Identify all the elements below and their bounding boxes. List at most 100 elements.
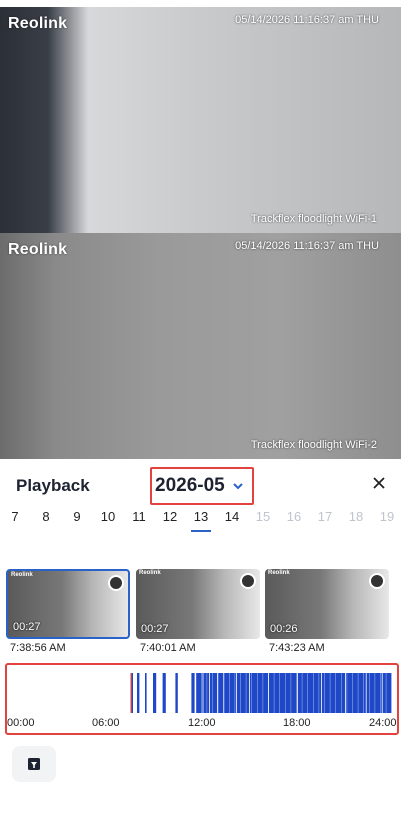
- timeline-gap: [245, 673, 247, 713]
- clip-item[interactable]: Reolink 00:26 7:43:23 AM: [265, 569, 389, 655]
- timeline[interactable]: 00:00 06:00 12:00 18:00 24:00: [5, 663, 399, 735]
- panel-title: Playback: [16, 476, 90, 495]
- day-14[interactable]: 14: [219, 509, 245, 524]
- timeline-gap: [285, 673, 286, 713]
- day-8[interactable]: 8: [33, 509, 59, 524]
- timeline-gap: [229, 673, 230, 713]
- camera-feed-2[interactable]: Reolink 05/14/2026 11:16:37 am THU Track…: [0, 233, 401, 459]
- clip-thumbnail[interactable]: Reolink 00:26: [265, 569, 389, 639]
- light-icon: [369, 573, 385, 589]
- timeline-event: [345, 673, 366, 713]
- close-icon: [373, 477, 385, 489]
- light-icon: [108, 575, 124, 591]
- timeline-gap: [279, 673, 280, 713]
- day-15: 15: [255, 509, 271, 524]
- timeline-gap: [201, 673, 202, 713]
- timeline-gap: [206, 673, 208, 713]
- camera-feed-1[interactable]: Reolink 05/14/2026 11:16:37 am THU Track…: [0, 7, 401, 233]
- timeline-gap: [307, 673, 308, 713]
- timeline-gap: [329, 673, 331, 713]
- filter-button[interactable]: [12, 746, 56, 782]
- clip-duration: 00:27: [13, 621, 41, 633]
- day-18: 18: [348, 509, 364, 524]
- filter-icon: [28, 758, 40, 770]
- timeline-gap: [341, 673, 342, 713]
- timeline-gap: [301, 673, 303, 713]
- day-10[interactable]: 10: [95, 509, 121, 524]
- clip-time: 7:43:23 AM: [269, 642, 325, 654]
- timeline-event: [209, 673, 218, 713]
- timeline-event: [382, 673, 392, 713]
- timeline-event: [191, 673, 195, 713]
- hour-label: 00:00: [7, 717, 35, 729]
- timeline-gap: [374, 673, 376, 713]
- timeline-gap: [385, 673, 387, 713]
- timeline-gap: [212, 673, 213, 713]
- timeline-gap: [273, 673, 275, 713]
- day-11[interactable]: 11: [126, 509, 152, 524]
- day-9[interactable]: 9: [64, 509, 90, 524]
- day-16: 16: [286, 509, 302, 524]
- timeline-gap: [296, 673, 297, 713]
- hour-label: 12:00: [188, 717, 216, 729]
- timeline-event: [162, 673, 166, 713]
- timeline-gap: [346, 673, 348, 713]
- day-7[interactable]: 7: [2, 509, 28, 524]
- reolink-logo: Reolink: [8, 15, 68, 32]
- clip-time: 7:38:56 AM: [10, 642, 66, 654]
- clip-item[interactable]: Reolink 00:27 7:40:01 AM: [136, 569, 260, 655]
- hour-label: 18:00: [283, 717, 311, 729]
- timeline-event: [196, 673, 203, 713]
- timeline-gap: [257, 673, 258, 713]
- timeline-event: [203, 673, 209, 713]
- timeline-gap: [369, 673, 370, 713]
- clip-logo: Reolink: [11, 572, 33, 578]
- timeline-event: [217, 673, 224, 713]
- camera-name: Trackflex floodlight WiFi-1: [250, 213, 377, 225]
- reolink-logo: Reolink: [8, 241, 68, 258]
- day-selector: 7 8 9 10 11 12 13 14 15 16 17 18 19: [0, 509, 401, 532]
- timeline-event: [137, 673, 140, 713]
- playback-panel: Playback 2026-05 7 8 9 10 11 12 13 14 15 16 17 18 19…: [0, 459, 401, 830]
- close-button[interactable]: [369, 473, 389, 493]
- day-12[interactable]: 12: [157, 509, 183, 524]
- timeline-gap: [223, 673, 224, 713]
- timeline-events: [130, 673, 392, 713]
- timeline-event: [269, 673, 297, 713]
- clip-thumbnail[interactable]: Reolink 00:27: [6, 569, 130, 639]
- timeline-gap: [290, 673, 292, 713]
- clip-item[interactable]: Reolink 00:27 7:38:56 AM: [6, 569, 130, 655]
- timeline-gap: [380, 673, 381, 713]
- day-13[interactable]: 13: [188, 509, 214, 532]
- clip-logo: Reolink: [268, 570, 290, 576]
- timeline-gap: [240, 673, 241, 713]
- timeline-event: [249, 673, 269, 713]
- timeline-gap: [262, 673, 264, 713]
- clip-thumbnail[interactable]: Reolink 00:27: [136, 569, 260, 639]
- clip-time: 7:40:01 AM: [140, 642, 196, 654]
- timeline-event: [366, 673, 382, 713]
- timeline-cursor: [130, 673, 132, 713]
- hour-label: 06:00: [92, 717, 120, 729]
- day-19: 19: [379, 509, 395, 524]
- timeline-event: [297, 673, 321, 713]
- chevron-down-icon: [233, 483, 243, 490]
- month-selector[interactable]: 2026-05: [150, 467, 254, 505]
- timeline-event: [145, 673, 147, 713]
- timeline-gap: [318, 673, 320, 713]
- timeline-event: [153, 673, 157, 713]
- feed-timestamp: 05/14/2026 11:16:37 am THU: [235, 240, 379, 252]
- timeline-bar[interactable]: [9, 673, 393, 713]
- timeline-gap: [363, 673, 364, 713]
- timeline-gap: [234, 673, 236, 713]
- timeline-gap: [268, 673, 269, 713]
- clip-list: Reolink 00:27 7:38:56 AM Reolink 00:27 7:40:0…: [0, 569, 401, 655]
- month-label: 2026-05: [155, 475, 225, 496]
- hour-label: 24:00: [369, 717, 397, 729]
- camera-name: Trackflex floodlight WiFi-2: [250, 439, 377, 451]
- timeline-gap: [251, 673, 252, 713]
- timeline-event: [224, 673, 237, 713]
- timeline-gap: [217, 673, 219, 713]
- clip-duration: 00:27: [141, 623, 169, 635]
- day-17: 17: [317, 509, 333, 524]
